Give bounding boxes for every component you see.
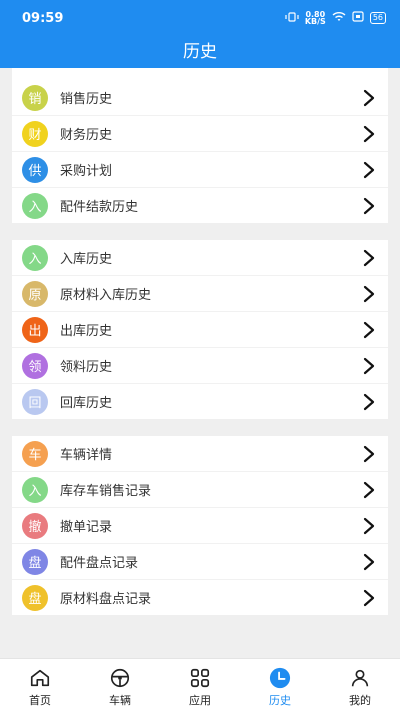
- history-list-item[interactable]: 盘原材料盘点记录: [12, 580, 388, 615]
- history-list-item[interactable]: 入库存车销售记录: [12, 472, 388, 508]
- item-label: 撤单记录: [60, 520, 113, 535]
- history-list-item[interactable]: 入入库历史: [12, 240, 388, 276]
- home-icon: [30, 669, 50, 687]
- menu-group: 入入库历史原原材料入库历史出出库历史领领料历史回回库历史: [12, 240, 388, 419]
- item-badge-icon: 车: [22, 440, 48, 467]
- apps-grid-icon: [190, 668, 210, 688]
- status-indicators: 0.80 KB/S 56: [285, 11, 386, 26]
- tab-label: 我的: [349, 694, 371, 707]
- item-badge-icon: 入: [22, 192, 48, 219]
- chevron-right-icon: [363, 357, 375, 374]
- item-badge-icon: 入: [22, 244, 48, 271]
- history-list: 销销售历史财财务历史供采购计划入配件结款历史入入库历史原原材料入库历史出出库历史…: [12, 68, 388, 658]
- tab-home[interactable]: 首页: [0, 659, 80, 711]
- item-label: 原材料入库历史: [60, 288, 152, 303]
- chevron-right-icon: [363, 125, 375, 142]
- menu-group: 车车辆详情入库存车销售记录撤撤单记录盘配件盘点记录盘原材料盘点记录: [12, 436, 388, 615]
- battery-icon: 56: [369, 12, 386, 24]
- history-list-item[interactable]: 车车辆详情: [12, 436, 388, 472]
- chevron-right-icon: [363, 89, 375, 106]
- tab-apps-grid[interactable]: 应用: [160, 659, 240, 711]
- sim-icon: [352, 11, 364, 25]
- tab-steering-wheel[interactable]: 车辆: [80, 659, 160, 711]
- wifi-icon: [332, 11, 346, 25]
- item-label: 入库历史: [60, 252, 113, 267]
- item-label: 领料历史: [60, 360, 113, 375]
- tab-label: 应用: [189, 694, 211, 707]
- item-badge-icon: 财: [22, 120, 48, 147]
- chevron-right-icon: [363, 481, 375, 498]
- item-badge-icon: 撤: [22, 512, 48, 539]
- item-label: 库存车销售记录: [60, 484, 152, 499]
- item-label: 配件结款历史: [60, 200, 139, 215]
- item-badge-icon: 出: [22, 316, 48, 343]
- group-separator: [12, 223, 388, 240]
- item-badge-icon: 盘: [22, 584, 48, 611]
- history-list-item[interactable]: 原原材料入库历史: [12, 276, 388, 312]
- tab-clock[interactable]: 历史: [240, 659, 320, 711]
- chevron-right-icon: [363, 249, 375, 266]
- history-list-item[interactable]: 盘配件盘点记录: [12, 544, 388, 580]
- chevron-right-icon: [363, 553, 375, 570]
- chevron-right-icon: [363, 393, 375, 410]
- clock-icon: [269, 667, 291, 689]
- history-list-item[interactable]: 财财务历史: [12, 116, 388, 152]
- item-badge-icon: 盘: [22, 548, 48, 575]
- item-badge-icon: 回: [22, 388, 48, 415]
- item-label: 回库历史: [60, 396, 113, 411]
- network-speed: 0.80 KB/S: [304, 11, 326, 26]
- history-list-item[interactable]: 领领料历史: [12, 348, 388, 384]
- item-label: 车辆详情: [60, 448, 113, 463]
- status-time: 09:59: [22, 11, 64, 26]
- group-separator: [12, 419, 388, 436]
- item-badge-icon: 领: [22, 352, 48, 379]
- vibrate-icon: [285, 11, 299, 25]
- app-root: 09:59 0.80 KB/S 56 历史 销销售历史财财务历史供采购计划入 配…: [0, 0, 400, 711]
- item-label: 采购计划: [60, 164, 113, 179]
- status-bar: 09:59 0.80 KB/S 56: [0, 0, 400, 36]
- history-list-item[interactable]: 入配件结款历史: [12, 188, 388, 223]
- chevron-right-icon: [363, 517, 375, 534]
- item-badge-icon: 原: [22, 280, 48, 307]
- tab-user[interactable]: 我的: [320, 659, 400, 711]
- page-title: 历史: [183, 42, 217, 62]
- item-label: 销售历史: [60, 92, 113, 107]
- history-list-item[interactable]: 回回库历史: [12, 384, 388, 419]
- item-badge-icon: 供: [22, 156, 48, 183]
- chevron-right-icon: [363, 285, 375, 302]
- chevron-right-icon: [363, 445, 375, 462]
- steering-wheel-icon: [110, 668, 130, 688]
- chevron-right-icon: [363, 589, 375, 606]
- chevron-right-icon: [363, 321, 375, 338]
- item-label: 原材料盘点记录: [60, 592, 152, 607]
- item-badge-icon: 入: [22, 476, 48, 503]
- bottom-tab-bar: 首页 车辆 应用 历史 我的: [0, 658, 400, 711]
- item-label: 财务历史: [60, 128, 113, 143]
- item-label: 配件盘点记录: [60, 556, 139, 571]
- network-speed-unit: KB/S: [304, 17, 326, 26]
- item-label: 出库历史: [60, 324, 113, 339]
- top-bar: 09:59 0.80 KB/S 56 历史: [0, 0, 400, 68]
- history-list-item[interactable]: 撤撤单记录: [12, 508, 388, 544]
- history-list-item[interactable]: 出出库历史: [12, 312, 388, 348]
- menu-group: 销销售历史财财务历史供采购计划入配件结款历史: [12, 68, 388, 223]
- tab-label: 历史: [269, 694, 291, 707]
- history-list-item[interactable]: 销销售历史: [12, 80, 388, 116]
- tab-label: 车辆: [109, 694, 131, 707]
- group-top-padding: [12, 68, 388, 80]
- user-icon: [351, 669, 369, 687]
- chevron-right-icon: [363, 197, 375, 214]
- tab-label: 首页: [29, 694, 51, 707]
- history-list-item[interactable]: 供采购计划: [12, 152, 388, 188]
- chevron-right-icon: [363, 161, 375, 178]
- item-badge-icon: 销: [22, 84, 48, 111]
